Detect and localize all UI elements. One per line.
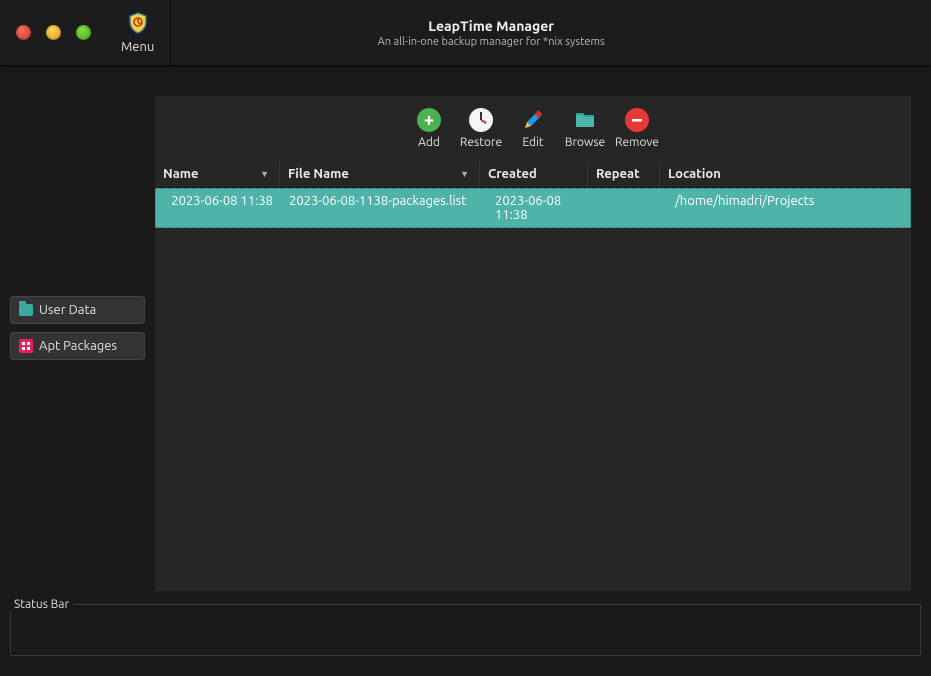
window-controls [0,25,91,40]
cell-created: 2023-06-08 11:38 [481,191,589,225]
cell-location: /home/himadri/Projects [661,191,910,225]
toolbar: + Add Restore Edit Browse [155,96,911,161]
cell-name: 2023-06-08 11:38 [156,191,281,225]
column-header-name[interactable]: Name ▼ [155,161,280,187]
table-row[interactable]: 2023-06-08 11:38 2023-06-08-1138-package… [155,188,911,228]
edit-button[interactable]: Edit [508,106,558,151]
tool-label: Edit [522,136,543,149]
menu-label: Menu [121,40,154,54]
close-window-icon[interactable] [16,25,31,40]
main-panel: + Add Restore Edit Browse [155,66,931,590]
folder-open-icon [573,108,597,132]
header-label: Created [488,167,537,181]
add-button[interactable]: + Add [404,106,454,151]
clock-icon [469,108,493,132]
status-bar [10,604,921,656]
tool-label: Remove [615,136,659,149]
app-subtitle: An all-in-one backup manager for *nix sy… [171,36,811,48]
status-bar-label: Status Bar [10,598,73,611]
tool-label: Restore [460,136,502,149]
minus-icon [625,108,649,132]
shield-icon [126,11,150,38]
sidebar: User Data Apt Packages [0,66,155,590]
column-header-file-name[interactable]: File Name ▼ [280,161,480,187]
minimize-window-icon[interactable] [46,25,61,40]
column-header-created[interactable]: Created [480,161,588,187]
maximize-window-icon[interactable] [76,25,91,40]
sidebar-item-label: Apt Packages [39,339,117,353]
tool-label: Browse [565,136,605,149]
package-icon [19,339,33,353]
tool-label: Add [418,136,440,149]
body-area: User Data Apt Packages + Add Restore [0,66,931,590]
column-header-repeat[interactable]: Repeat [588,161,660,187]
content-card: + Add Restore Edit Browse [155,96,911,591]
browse-button[interactable]: Browse [560,106,610,151]
status-area: Status Bar [0,590,931,666]
plus-icon: + [417,108,441,132]
remove-button[interactable]: Remove [612,106,662,151]
header-label: File Name [288,167,349,181]
cell-repeat [589,191,661,225]
chevron-down-icon: ▼ [260,169,269,179]
backup-table: Name ▼ File Name ▼ Created Repeat Locati [155,161,911,228]
sidebar-item-apt-packages[interactable]: Apt Packages [10,332,145,360]
column-header-location[interactable]: Location [660,161,911,187]
header-label: Name [163,167,198,181]
table-header: Name ▼ File Name ▼ Created Repeat Locati [155,161,911,188]
pencil-icon [521,108,545,132]
menu-button[interactable]: Menu [91,0,171,65]
titlebar: Menu LeapTime Manager An all-in-one back… [0,0,931,66]
header-label: Location [668,167,721,181]
header-label: Repeat [596,167,640,181]
sidebar-item-label: User Data [39,303,96,317]
title-block: LeapTime Manager An all-in-one backup ma… [171,18,931,48]
folder-icon [19,304,33,316]
app-title: LeapTime Manager [171,18,811,34]
restore-button[interactable]: Restore [456,106,506,151]
chevron-down-icon: ▼ [460,169,469,179]
sidebar-item-user-data[interactable]: User Data [10,296,145,324]
cell-file-name: 2023-06-08-1138-packages.list [281,191,481,225]
